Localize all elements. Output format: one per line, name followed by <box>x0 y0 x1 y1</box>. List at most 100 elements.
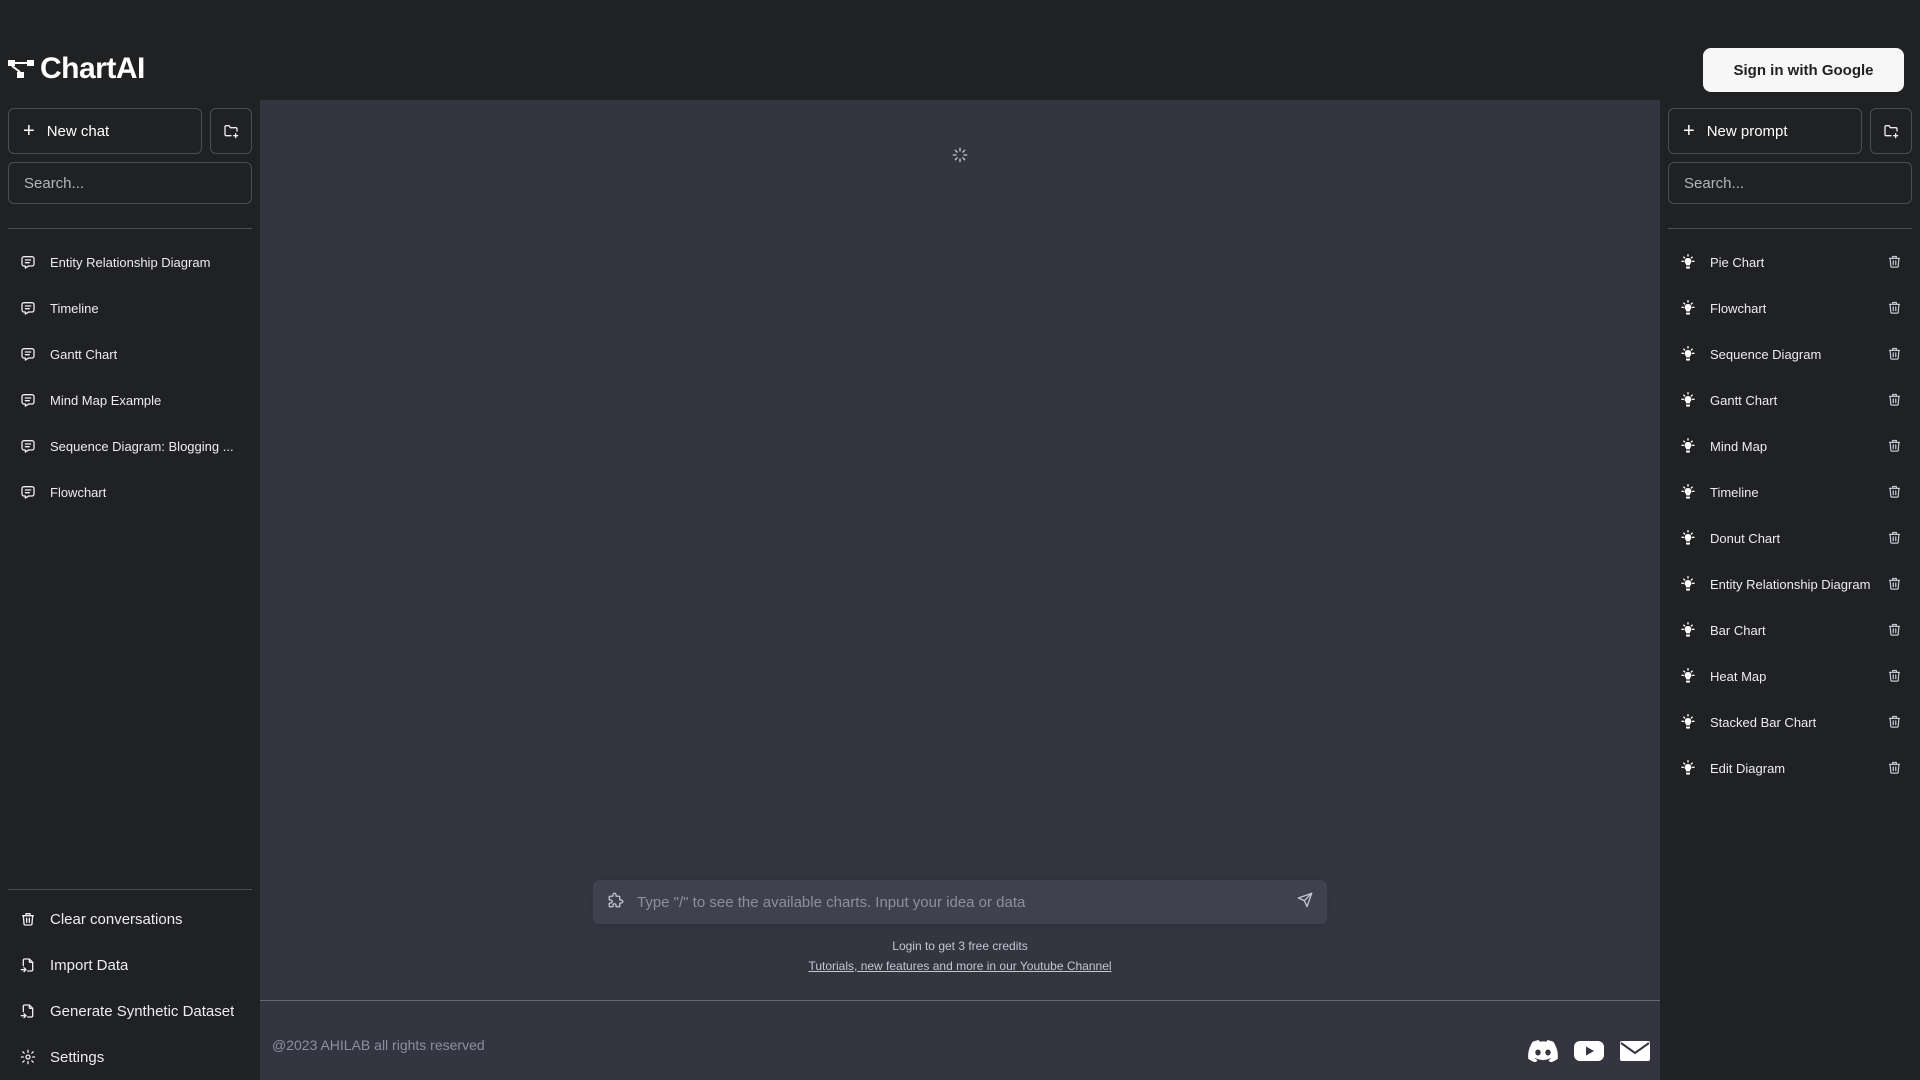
prompt-label: Stacked Bar Chart <box>1710 714 1817 730</box>
delete-prompt-trash-icon[interactable] <box>1887 622 1902 640</box>
youtube-tutorial-link[interactable]: Tutorials, new features and more in our … <box>260 959 1660 973</box>
conversation-label: Entity Relationship Diagram <box>50 254 211 270</box>
prompt-item[interactable]: Sequence Diagram <box>1668 331 1912 377</box>
bulb-icon <box>1680 714 1696 730</box>
prompt-list: Pie Chart Flowchart Sequence Diagram Gantt … <box>1660 239 1920 791</box>
prompt-search-input[interactable] <box>1684 174 1896 192</box>
prompt-label: Mind Map <box>1710 438 1768 454</box>
settings-button[interactable]: Settings <box>8 1034 252 1080</box>
bulb-icon <box>1680 622 1696 638</box>
prompt-label: Timeline <box>1710 484 1759 500</box>
prompt-item[interactable]: Donut Chart <box>1668 515 1912 561</box>
new-prompt-label: New prompt <box>1706 122 1788 140</box>
delete-prompt-trash-icon[interactable] <box>1887 346 1902 364</box>
generate-dataset-label: Generate Synthetic Dataset <box>50 1002 235 1020</box>
delete-prompt-trash-icon[interactable] <box>1887 392 1902 410</box>
conversation-item[interactable]: Flowchart <box>8 469 252 515</box>
bulb-icon <box>1680 300 1696 316</box>
conversation-item[interactable]: Mind Map Example <box>8 377 252 423</box>
conversation-label: Mind Map Example <box>50 392 162 408</box>
delete-prompt-trash-icon[interactable] <box>1887 254 1902 272</box>
social-links <box>1528 1040 1650 1067</box>
sidebar-bottom-menu: Clear conversations Import Data Generate… <box>8 889 252 1080</box>
conversation-label: Flowchart <box>50 484 107 500</box>
bulb-icon <box>1680 438 1696 454</box>
gear-icon <box>20 1049 36 1065</box>
new-prompt-folder-button[interactable] <box>1870 108 1912 154</box>
bulb-icon <box>1680 530 1696 546</box>
loading-spinner-icon <box>952 147 968 168</box>
bulb-icon <box>1680 760 1696 776</box>
delete-prompt-trash-icon[interactable] <box>1887 714 1902 732</box>
new-prompt-button[interactable]: + New prompt <box>1668 108 1862 154</box>
plus-icon: + <box>1683 120 1695 142</box>
conversation-item[interactable]: Timeline <box>8 285 252 331</box>
import-data-button[interactable]: Import Data <box>8 942 252 988</box>
delete-prompt-trash-icon[interactable] <box>1887 668 1902 686</box>
delete-prompt-trash-icon[interactable] <box>1887 576 1902 594</box>
prompt-item[interactable]: Edit Diagram <box>1668 745 1912 791</box>
new-folder-button[interactable] <box>210 108 252 154</box>
chat-search-input[interactable] <box>24 174 236 192</box>
sidebar-divider <box>8 228 252 229</box>
import-data-label: Import Data <box>50 956 129 974</box>
bulb-icon <box>1680 484 1696 500</box>
conversation-item[interactable]: Sequence Diagram: Blogging ... <box>8 423 252 469</box>
prompt-item[interactable]: Heat Map <box>1668 653 1912 699</box>
chat-message-input[interactable] <box>637 893 1285 911</box>
chat-search-field[interactable] <box>8 162 252 204</box>
puzzle-icon[interactable] <box>607 891 625 914</box>
clear-conversations-button[interactable]: Clear conversations <box>8 896 252 942</box>
prompt-label: Pie Chart <box>1710 254 1765 270</box>
conversation-list: Entity Relationship Diagram Timeline Gantt… <box>0 239 260 515</box>
prompt-item[interactable]: Entity Relationship Diagram <box>1668 561 1912 607</box>
settings-label: Settings <box>50 1048 105 1066</box>
credits-hint: Login to get 3 free credits <box>892 939 1028 953</box>
prompt-search-field[interactable] <box>1668 162 1912 204</box>
copyright-text: @2023 AHILAB all rights reserved <box>272 1037 485 1053</box>
prompt-item[interactable]: Stacked Bar Chart <box>1668 699 1912 745</box>
mail-icon[interactable] <box>1620 1040 1650 1067</box>
left-sidebar: + New chat Entity Relationship Diagram Ti… <box>0 100 260 1080</box>
prompt-item[interactable]: Timeline <box>1668 469 1912 515</box>
generate-dataset-button[interactable]: Generate Synthetic Dataset <box>8 988 252 1034</box>
prompt-item[interactable]: Pie Chart <box>1668 239 1912 285</box>
chat-main-area: Login to get 3 free credits Tutorials, n… <box>260 100 1660 1080</box>
prompt-label: Flowchart <box>1710 300 1767 316</box>
message-icon <box>20 438 36 454</box>
sidebar-divider <box>1668 228 1912 229</box>
new-chat-label: New chat <box>46 122 110 140</box>
discord-icon[interactable] <box>1528 1040 1558 1067</box>
plus-icon: + <box>23 120 35 142</box>
prompt-label: Entity Relationship Diagram <box>1710 576 1871 592</box>
footer-divider <box>260 1000 1660 1001</box>
delete-prompt-trash-icon[interactable] <box>1887 438 1902 456</box>
conversation-label: Timeline <box>50 300 99 316</box>
conversation-item[interactable]: Gantt Chart <box>8 331 252 377</box>
send-icon[interactable] <box>1297 892 1313 913</box>
youtube-icon[interactable] <box>1574 1040 1604 1067</box>
folder-plus-icon <box>1884 125 1899 139</box>
folder-plus-icon <box>224 125 239 139</box>
signin-google-button[interactable]: Sign in with Google <box>1703 48 1904 92</box>
bulb-icon <box>1680 392 1696 408</box>
prompt-item[interactable]: Bar Chart <box>1668 607 1912 653</box>
conversation-item[interactable]: Entity Relationship Diagram <box>8 239 252 285</box>
delete-prompt-trash-icon[interactable] <box>1887 530 1902 548</box>
message-icon <box>20 484 36 500</box>
app-title: ChartAI <box>40 52 145 85</box>
file-import-icon <box>20 1003 36 1019</box>
delete-prompt-trash-icon[interactable] <box>1887 760 1902 778</box>
prompt-item[interactable]: Mind Map <box>1668 423 1912 469</box>
prompt-label: Heat Map <box>1710 668 1767 684</box>
prompt-label: Donut Chart <box>1710 530 1781 546</box>
bulb-icon <box>1680 254 1696 270</box>
prompt-label: Edit Diagram <box>1710 760 1786 776</box>
delete-prompt-trash-icon[interactable] <box>1887 300 1902 318</box>
prompt-item[interactable]: Gantt Chart <box>1668 377 1912 423</box>
chart-logo-icon <box>8 60 34 78</box>
new-chat-button[interactable]: + New chat <box>8 108 202 154</box>
prompt-item[interactable]: Flowchart <box>1668 285 1912 331</box>
clear-conversations-label: Clear conversations <box>50 910 183 928</box>
delete-prompt-trash-icon[interactable] <box>1887 484 1902 502</box>
